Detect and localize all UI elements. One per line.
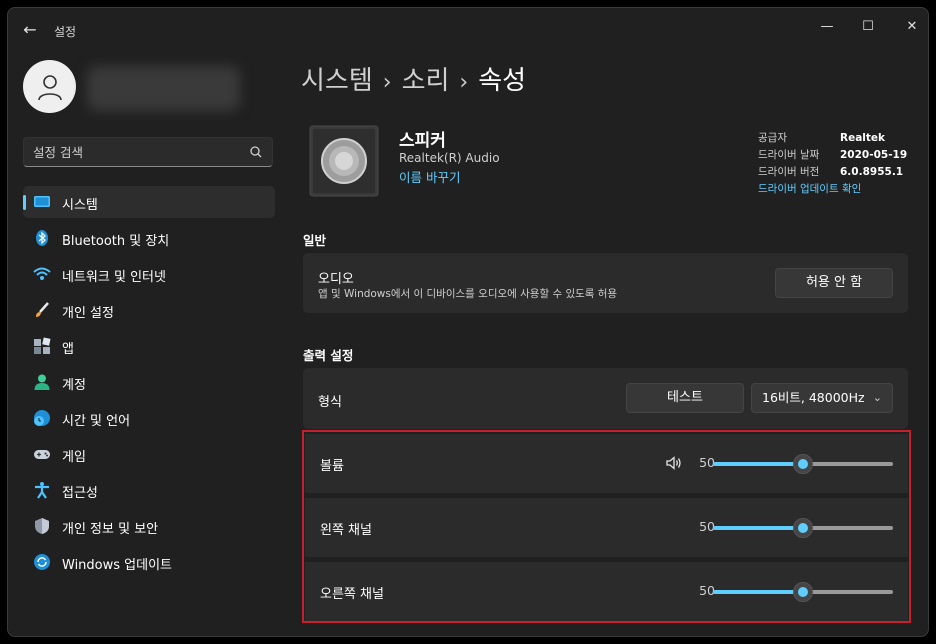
user-name-blurred (87, 66, 240, 111)
sidebar-item-bluetooth[interactable]: Bluetooth 및 장치 (23, 222, 275, 254)
search-input[interactable] (33, 143, 233, 161)
sidebar-item-network[interactable]: 네트워크 및 인터넷 (23, 258, 275, 290)
highlight-box (302, 430, 911, 623)
audio-card: 오디오 앱 및 Windows에서 이 디바이스를 오디오에 사용할 수 있도록… (303, 253, 908, 313)
breadcrumb-system[interactable]: 시스템 (301, 66, 373, 96)
sidebar-item-label: 시스템 (62, 198, 98, 213)
brush-icon (36, 302, 49, 317)
sidebar-item-label: 개인 정보 및 보안 (62, 522, 159, 537)
audio-description: 앱 및 Windows에서 이 디바이스를 오디오에 사용할 수 있도록 허용 (318, 288, 618, 300)
sidebar-item-label: 시간 및 언어 (62, 414, 131, 429)
apps-icon (34, 337, 51, 354)
sidebar-item-system[interactable]: 시스템 (23, 186, 275, 218)
sidebar-item-accounts[interactable]: 계정 (23, 366, 275, 398)
minimize-button[interactable]: — (816, 16, 838, 38)
accessibility-icon (35, 482, 49, 499)
driver-date-label: 드라이버 날짜 (758, 149, 820, 161)
vendor-label: 공급자 (758, 132, 787, 144)
breadcrumb: 시스템 › 소리 › 속성 (301, 60, 526, 97)
audio-title: 오디오 (318, 272, 354, 287)
breadcrumb-sound[interactable]: 소리 (402, 66, 450, 96)
test-button[interactable]: 테스트 (626, 383, 744, 413)
sidebar-item-label: 계정 (62, 378, 86, 393)
breadcrumb-separator: › (459, 70, 469, 95)
account-icon (34, 374, 50, 390)
sidebar-item-label: 게임 (62, 450, 86, 465)
person-icon (37, 74, 62, 100)
breadcrumb-separator: › (382, 70, 392, 95)
search-icon[interactable] (248, 144, 264, 160)
page-title: 속성 (478, 66, 527, 96)
driver-info: 공급자 Realtek 드라이버 날짜 2020-05-19 드라이버 버전 6.0.… (758, 130, 907, 198)
device-subtitle: Realtek(R) Audio (399, 151, 500, 165)
driver-date-value: 2020-05-19 (840, 149, 908, 161)
rename-link[interactable]: 이름 바꾸기 (399, 167, 460, 186)
sidebar-item-time-language[interactable]: 시간 및 언어 (23, 402, 275, 434)
sidebar-item-personalization[interactable]: 개인 설정 (23, 294, 275, 326)
bluetooth-icon (36, 230, 48, 246)
app-title: 설정 (54, 25, 77, 39)
clock-globe-icon (34, 410, 50, 426)
format-select-value: 16비트, 48000Hz (762, 390, 865, 405)
sidebar-item-label: 개인 설정 (62, 306, 114, 321)
shield-icon (35, 518, 49, 534)
sidebar-item-label: 네트워크 및 인터넷 (62, 270, 166, 285)
back-button[interactable]: ← (20, 20, 40, 40)
system-icon (34, 196, 50, 207)
section-general-title: 일반 (303, 233, 327, 248)
driver-update-link[interactable]: 드라이버 업데이트 확인 (758, 181, 861, 198)
gamepad-icon (34, 450, 50, 459)
format-label: 형식 (318, 395, 342, 410)
maximize-button[interactable]: ☐ (857, 16, 879, 38)
close-button[interactable]: ✕ (901, 16, 923, 38)
sidebar-item-label: 앱 (62, 342, 74, 357)
format-card: 형식 테스트 16비트, 48000Hz ⌄ (303, 368, 908, 429)
sidebar-item-windows-update[interactable]: Windows 업데이트 (23, 546, 275, 578)
wifi-icon (33, 267, 51, 280)
format-select[interactable]: 16비트, 48000Hz ⌄ (751, 383, 893, 413)
vendor-value: Realtek (840, 132, 886, 144)
device-name: 스피커 (399, 131, 446, 151)
chevron-down-icon: ⌄ (872, 391, 882, 404)
speaker-device-icon (309, 125, 379, 197)
sidebar-item-privacy[interactable]: 개인 정보 및 보안 (23, 510, 275, 542)
sidebar-item-label: 접근성 (62, 486, 98, 501)
section-output-title: 출력 설정 (303, 348, 354, 363)
sidebar-item-apps[interactable]: 앱 (23, 330, 275, 362)
sidebar-item-gaming[interactable]: 게임 (23, 438, 275, 470)
search-box[interactable] (23, 137, 273, 167)
settings-window: ← 설정 — ☐ ✕ 시스템 (7, 7, 929, 637)
sidebar-item-accessibility[interactable]: 접근성 (23, 474, 275, 506)
title-bar: ← 설정 — ☐ ✕ (8, 8, 928, 52)
sidebar-item-label: Windows 업데이트 (62, 558, 173, 573)
driver-version-label: 드라이버 버전 (758, 166, 820, 178)
driver-version-value: 6.0.8955.1 (840, 166, 904, 178)
sidebar-item-label: Bluetooth 및 장치 (62, 234, 170, 249)
sidebar-nav: 시스템 Bluetooth 및 장치 네트워크 및 인터넷 개인 설정 앱 계정… (23, 186, 275, 582)
avatar[interactable] (23, 60, 76, 113)
update-icon (34, 554, 50, 570)
disallow-audio-button[interactable]: 허용 안 함 (775, 268, 893, 298)
